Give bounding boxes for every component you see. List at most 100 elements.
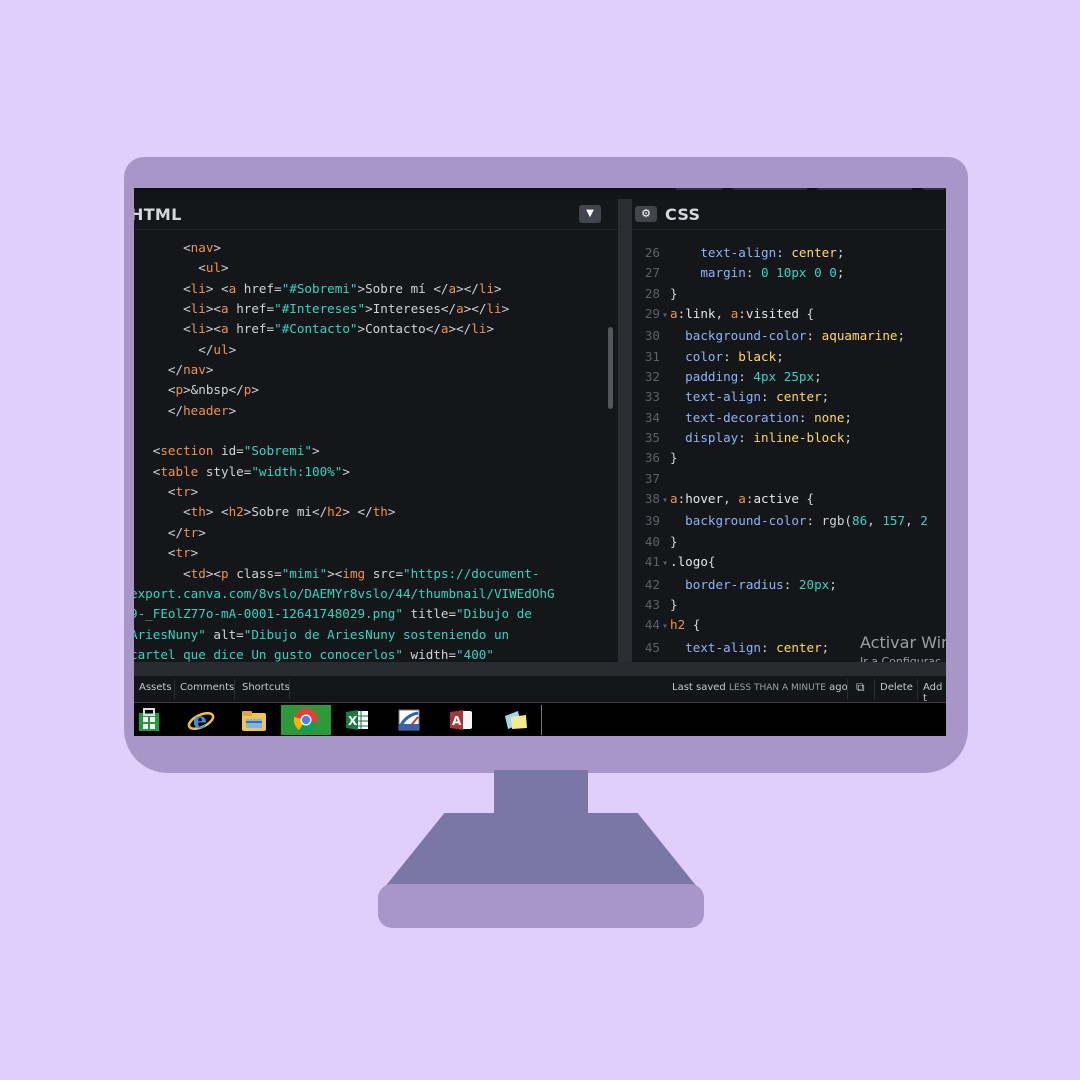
fold-arrow-icon[interactable]: ▾ <box>660 491 670 511</box>
code-token: ></ <box>463 301 487 317</box>
code-token: >< <box>205 321 222 337</box>
fold-arrow-icon[interactable]: ▾ <box>660 617 670 637</box>
code-token: color <box>685 348 724 364</box>
code-token: td <box>190 565 206 581</box>
code-token: { <box>798 491 815 507</box>
code-token: border-radius <box>685 576 784 592</box>
external-link-icon[interactable]: ⧉ <box>856 680 865 695</box>
line-number: 35 <box>644 430 660 446</box>
paint-icon[interactable] <box>384 705 434 735</box>
code-token: href= <box>243 280 282 296</box>
internet-explorer-icon[interactable]: e <box>176 705 226 735</box>
code-token: nav <box>183 362 206 378</box>
code-token: "400" <box>456 646 494 662</box>
code-token: : <box>745 265 762 281</box>
line-number: 41 <box>644 554 660 570</box>
code-line: <td><p class="mimi"><img src="https://do… <box>134 564 618 584</box>
line-number: 31 <box>644 348 660 364</box>
code-token: < <box>183 280 191 296</box>
code-token: > </ <box>342 504 373 520</box>
code-token: th <box>372 504 388 520</box>
code-token: < <box>198 260 206 276</box>
scrollbar[interactable] <box>608 327 613 409</box>
chevron-down-icon[interactable]: ▼ <box>579 205 601 223</box>
code-token: 9-_FEolZ77o-mA-0001-12641748029.png" <box>134 606 411 622</box>
code-token: display <box>685 430 739 446</box>
divider <box>917 679 918 699</box>
code-token: center <box>791 245 837 260</box>
code-token: li <box>190 301 206 317</box>
code-token: cartel que dice Un gusto conocerlos" <box>134 646 411 662</box>
comments-button[interactable]: Comments <box>180 682 234 693</box>
code-token: 2 <box>920 513 928 529</box>
screen: HTML ▼ <nav> <ul> <li> <a href="#Sobremi… <box>134 188 946 736</box>
fold-arrow-icon[interactable]: ▾ <box>660 554 670 574</box>
toolbar-button[interactable] <box>732 188 808 190</box>
code-token: { <box>685 617 701 633</box>
code-token: tr <box>175 545 191 561</box>
code-line: cartel que dice Un gusto conocerlos" wid… <box>134 645 618 662</box>
code-token: >< <box>327 565 343 581</box>
code-line: <th> <h2>Sobre mi</h2> </th> <box>134 502 618 522</box>
code-token: p <box>175 382 184 398</box>
divider <box>174 679 175 699</box>
sticky-notes-icon[interactable] <box>491 705 542 735</box>
line-number: 30 <box>644 328 660 344</box>
excel-icon[interactable]: X <box>332 705 382 735</box>
code-token: 20px <box>798 576 830 592</box>
assets-button[interactable]: Assets <box>139 682 172 693</box>
code-line: <p>&nbsp</p> <box>134 380 618 400</box>
css-code-area[interactable]: 26 text-align: center; 27 margin: 0 10px … <box>632 243 946 662</box>
code-token: ; <box>776 348 784 364</box>
line-number: 36 <box>644 450 660 466</box>
toolbar-button[interactable] <box>817 188 913 190</box>
monitor-stand-base <box>380 813 702 893</box>
access-icon[interactable]: A <box>436 705 486 735</box>
code-token: ; <box>836 245 845 260</box>
code-token: > <box>387 504 396 520</box>
toolbar-button[interactable] <box>675 188 723 190</box>
code-token: , <box>723 491 739 507</box>
toolbar-button[interactable] <box>922 188 946 190</box>
code-token: "#Sobremi" <box>281 280 358 296</box>
code-token: class= <box>236 565 282 581</box>
line-number: 33 <box>644 389 660 405</box>
add-button[interactable]: Add t <box>923 682 946 704</box>
shortcuts-button[interactable]: Shortcuts <box>242 682 290 693</box>
delete-button[interactable]: Delete <box>880 682 913 693</box>
code-token: a <box>448 280 457 296</box>
code-token: < <box>134 484 176 500</box>
code-token: li <box>190 280 206 296</box>
code-token: >Intereses</ <box>365 301 457 317</box>
code-token: >< <box>205 565 222 581</box>
chrome-icon[interactable] <box>281 705 331 735</box>
windows-store-icon[interactable] <box>134 705 164 735</box>
code-token: a <box>456 301 464 317</box>
html-panel-header: HTML ▼ <box>134 199 618 230</box>
code-token: : <box>798 409 815 425</box>
code-token: { <box>798 306 815 322</box>
html-code-area[interactable]: <nav> <ul> <li> <a href="#Sobremi">Sobre… <box>134 238 618 662</box>
code-line: 37 <box>632 469 946 489</box>
divider <box>289 679 290 699</box>
divider <box>234 679 235 699</box>
watermark-line-1: Activar Win <box>860 633 946 652</box>
code-token: text-align <box>685 639 761 655</box>
code-line: 36} <box>632 448 946 468</box>
fold-arrow-icon[interactable]: ▾ <box>660 306 670 326</box>
code-token: 86 <box>852 513 868 529</box>
file-explorer-icon[interactable] <box>229 705 279 735</box>
panel-resize-handle[interactable] <box>618 199 632 662</box>
code-token: : <box>738 369 754 385</box>
code-token: >< <box>205 301 222 317</box>
code-token: > <box>228 402 237 418</box>
code-token: > <box>221 260 229 276</box>
code-token: : <box>806 328 822 344</box>
gear-icon[interactable]: ⚙ <box>635 206 657 222</box>
code-line: 43} <box>632 595 946 615</box>
code-token: img <box>342 565 373 581</box>
